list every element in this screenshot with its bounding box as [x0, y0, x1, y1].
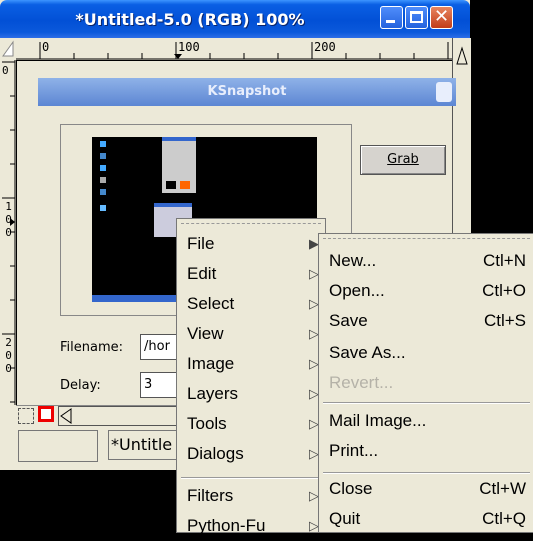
menu-item-shortcut: Ctl+S	[483, 311, 526, 330]
navigate-icon[interactable]	[38, 406, 54, 422]
ruler-label: 100	[2, 200, 15, 239]
filename-field[interactable]: /hor	[140, 334, 180, 360]
menu-item-label: Filters	[187, 486, 234, 505]
menu-separator	[181, 477, 321, 479]
ruler-label: 200	[314, 40, 336, 54]
menu-item-label: Layers	[187, 384, 239, 403]
menu-item-revert[interactable]: Revert...	[319, 368, 533, 398]
menu-item-dialogs[interactable]: Dialogs ▷	[177, 439, 325, 469]
menu-item-print[interactable]: Print...	[319, 436, 533, 466]
ruler-corner[interactable]	[0, 38, 17, 61]
image-menu: File ▶ Edit ▷ Select ▷ View ▷ Image ▷ La…	[176, 218, 326, 535]
menu-item-tools[interactable]: Tools ▷	[177, 409, 325, 439]
window-title: *Untitled-5.0 (RGB) 100%	[75, 10, 305, 29]
menu-item-new[interactable]: New... Ctl+N	[319, 246, 533, 276]
menu-item-shortcut: Ctl+N	[483, 251, 526, 270]
menu-item-quit[interactable]: Quit Ctl+Q	[319, 504, 533, 534]
menu-item-open[interactable]: Open... Ctl+O	[319, 276, 533, 306]
menu-item-shortcut: Ctl+O	[482, 281, 526, 300]
scroll-left-icon	[60, 408, 72, 424]
menu-tearoff[interactable]	[323, 238, 530, 239]
menu-item-close[interactable]: Close Ctl+W	[319, 474, 533, 504]
menu-item-label: Dialogs	[187, 444, 244, 463]
minimize-button[interactable]	[380, 6, 403, 29]
menu-item-label: Print...	[329, 441, 379, 460]
ksnapshot-minimize-button[interactable]	[436, 82, 452, 102]
vertical-ruler[interactable]: 0 100 200	[0, 60, 17, 405]
title-bar[interactable]: *Untitled-5.0 (RGB) 100% ✕	[0, 0, 470, 38]
unit-selector[interactable]	[18, 430, 98, 462]
menu-item-label: Revert...	[329, 373, 394, 392]
delay-label: Delay:	[60, 378, 101, 393]
menu-item-label: Image	[187, 354, 235, 373]
grab-label: Grab	[387, 152, 419, 167]
menu-item-mail-image[interactable]: Mail Image...	[319, 406, 533, 436]
menu-separator	[323, 402, 530, 404]
horizontal-scrollbar[interactable]	[58, 406, 180, 426]
menu-item-label: Tools	[187, 414, 227, 433]
menu-item-label: View	[187, 324, 224, 343]
menu-item-save[interactable]: Save Ctl+S	[319, 306, 533, 336]
menu-item-label: Python-Fu	[187, 516, 266, 535]
maximize-icon	[410, 11, 423, 23]
file-submenu: New... Ctl+N Open... Ctl+O Save Ctl+S Sa…	[318, 233, 533, 533]
menu-item-label: Save As...	[329, 343, 406, 362]
menu-tearoff[interactable]	[181, 223, 321, 224]
menu-item-python-fu[interactable]: Python-Fu ▷	[177, 511, 325, 541]
ksnapshot-title-bar[interactable]: KSnapshot	[38, 78, 456, 106]
close-icon: ✕	[434, 6, 450, 27]
ruler-label: 0	[42, 40, 50, 54]
menu-item-layers[interactable]: Layers ▷	[177, 379, 325, 409]
menu-item-filters[interactable]: Filters ▷	[177, 481, 325, 511]
close-button[interactable]: ✕	[430, 6, 453, 29]
ruler-corner-icon	[2, 40, 14, 57]
maximize-button[interactable]	[405, 6, 428, 29]
menu-item-label: Open...	[329, 281, 385, 300]
ruler-label: 100	[178, 40, 200, 54]
ruler-label: 0	[2, 64, 9, 77]
menu-item-shortcut: Ctl+W	[479, 479, 526, 498]
menu-item-view[interactable]: View ▷	[177, 319, 325, 349]
minimize-icon	[386, 20, 395, 23]
grab-button[interactable]: Grab	[360, 145, 446, 175]
menu-item-label: Edit	[187, 264, 217, 283]
menu-item-image[interactable]: Image ▷	[177, 349, 325, 379]
menu-item-label: Mail Image...	[329, 411, 427, 430]
filename-label: Filename:	[60, 340, 124, 355]
menu-item-select[interactable]: Select ▷	[177, 289, 325, 319]
delay-field[interactable]: 3	[140, 372, 180, 398]
menu-item-file[interactable]: File ▶	[177, 229, 325, 259]
menu-item-shortcut: Ctl+Q	[482, 509, 526, 528]
horizontal-ruler[interactable]: 0 100 200	[16, 38, 458, 61]
menu-item-label: Quit	[329, 509, 361, 528]
menu-item-save-as[interactable]: Save As...	[319, 338, 533, 368]
ruler-label: 200	[2, 336, 15, 375]
menu-item-label: File	[187, 234, 215, 253]
menu-item-label: New...	[329, 251, 377, 270]
menu-item-label: Close	[329, 479, 373, 498]
menu-item-label: Save	[329, 311, 368, 330]
scroll-up-icon	[456, 46, 468, 65]
menu-item-edit[interactable]: Edit ▷	[177, 259, 325, 289]
menu-item-label: Select	[187, 294, 235, 313]
quick-mask-icon[interactable]	[18, 408, 34, 424]
ksnapshot-title: KSnapshot	[207, 84, 287, 99]
